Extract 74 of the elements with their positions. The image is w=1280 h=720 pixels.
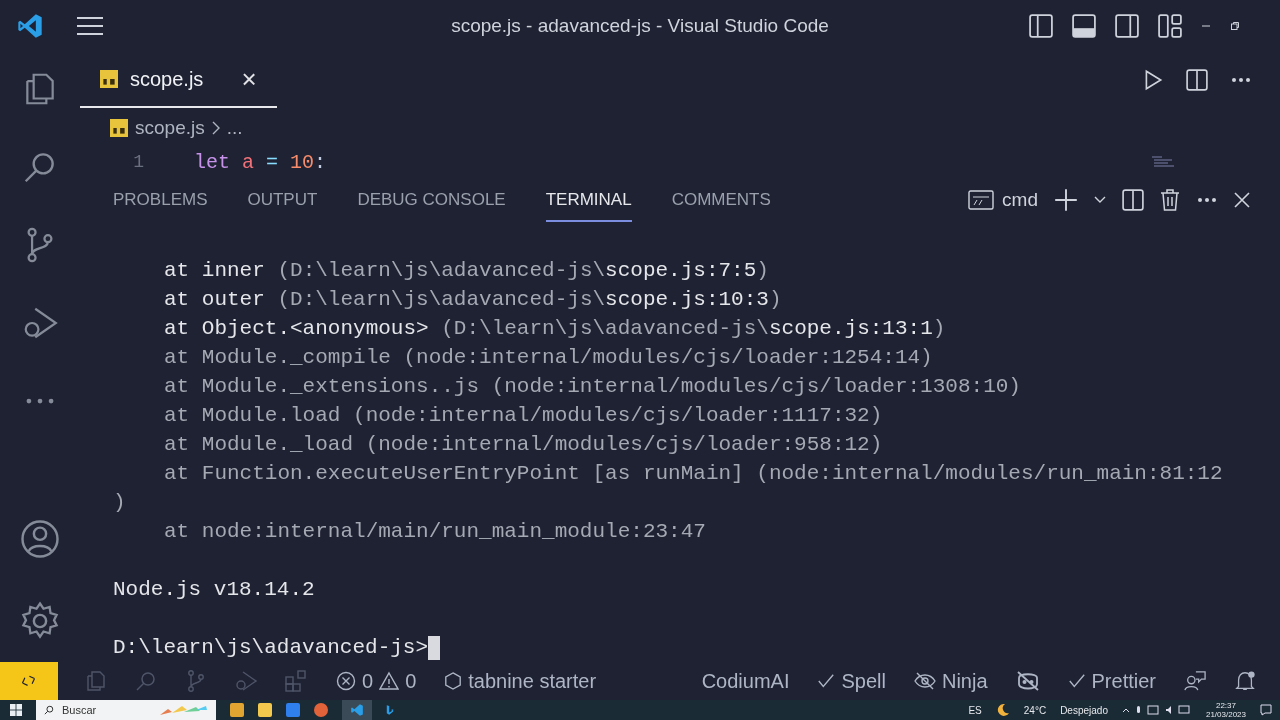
terminal-line: at node:internal/main/run_main_module:23:47 bbox=[164, 520, 706, 543]
terminal-prompt: D:\learn\js\adavanced-js> bbox=[113, 636, 429, 659]
windows-start-icon[interactable] bbox=[10, 704, 22, 716]
warning-icon bbox=[379, 671, 400, 691]
line-number: 1 bbox=[132, 152, 144, 172]
more-actions-icon[interactable] bbox=[1196, 197, 1218, 203]
terminal-line: at outer (D:\learn\js\adavanced-js\scope.js:10:3) bbox=[164, 288, 782, 311]
vscode-taskbar-icon[interactable] bbox=[342, 700, 372, 720]
tray-icons-drawing[interactable] bbox=[1121, 704, 1192, 716]
codium-status[interactable]: CodiumAI bbox=[701, 669, 790, 693]
breadcrumb-item[interactable]: scope.js bbox=[135, 117, 205, 139]
menu-icon[interactable] bbox=[76, 16, 104, 36]
close-icon[interactable] bbox=[1234, 192, 1250, 208]
terminal-line: at Module.load (node:internal/modules/cjs/loader:1117:32) bbox=[164, 404, 883, 427]
terminal-line: at Function.executeUserEntryPoint [as runMain] (node:internal/modules/run_main:81:12 bbox=[164, 462, 1223, 485]
chevron-right-icon bbox=[211, 121, 220, 135]
terminal-line: ) bbox=[113, 491, 126, 514]
sidebar-toggle-icon[interactable] bbox=[1029, 14, 1053, 38]
taskbar-search-field[interactable]: Buscar bbox=[36, 700, 216, 720]
bell-icon[interactable] bbox=[1234, 670, 1256, 692]
check-icon bbox=[817, 672, 836, 690]
plus-icon[interactable] bbox=[1054, 188, 1078, 212]
terminal-profile[interactable]: cmd bbox=[1002, 189, 1038, 211]
notification-icon[interactable] bbox=[1260, 704, 1272, 716]
terminal-icon bbox=[968, 190, 995, 210]
javascript-file-icon bbox=[110, 119, 128, 137]
account-icon[interactable] bbox=[19, 518, 61, 560]
terminal-line: at Module._extensions..js (node:internal/modules/cjs/loader:1308:10) bbox=[164, 375, 1021, 398]
feedback-icon[interactable] bbox=[1184, 670, 1206, 692]
panel-tab[interactable]: TERMINAL bbox=[545, 178, 632, 222]
ninja-status[interactable]: Ninja bbox=[913, 669, 988, 693]
code-line: let a = 10: bbox=[194, 150, 327, 174]
panel-tab[interactable]: OUTPUT bbox=[247, 178, 318, 222]
terminal-line: at Module._load (node:internal/modules/cjs/loader:958:12) bbox=[164, 433, 883, 456]
search-icon bbox=[44, 705, 54, 715]
chevron-down-icon[interactable] bbox=[1094, 196, 1106, 204]
panel-toggle-icon[interactable] bbox=[1072, 14, 1096, 38]
terminal-cursor bbox=[428, 635, 441, 660]
editor-tab[interactable]: scope.js × bbox=[80, 52, 277, 108]
terminal-line: at inner (D:\learn\js\adavanced-js\scope.js:7:5) bbox=[164, 259, 769, 282]
breadcrumb-item[interactable]: ... bbox=[226, 117, 243, 139]
problems-status[interactable]: 0 0 bbox=[336, 669, 417, 693]
split-terminal-icon[interactable] bbox=[1122, 189, 1144, 211]
vscode-logo-icon bbox=[16, 12, 44, 40]
panel-tab[interactable]: DEBUG CONSOLE bbox=[357, 178, 506, 222]
javascript-file-icon bbox=[100, 70, 118, 88]
secondary-sidebar-icon[interactable] bbox=[1115, 14, 1139, 38]
language-indicator[interactable]: ES bbox=[968, 704, 982, 716]
panel-tab[interactable]: COMMENTS bbox=[671, 178, 771, 222]
clock-time[interactable]: 22:37 bbox=[1215, 701, 1236, 710]
check-icon bbox=[1067, 672, 1086, 690]
window-title: scope.js - adavanced-js - Visual Studio Code bbox=[451, 15, 829, 37]
trash-icon[interactable] bbox=[1160, 189, 1180, 211]
terminal-line: at Object.<anonymous> (D:\learn\js\adavanced-js\scope.js:13:1) bbox=[164, 317, 946, 340]
copilot-icon[interactable] bbox=[1015, 670, 1040, 692]
clock-date[interactable]: 21/03/2023 bbox=[1205, 710, 1246, 719]
prettier-status[interactable]: Prettier bbox=[1067, 669, 1156, 693]
moon-icon bbox=[995, 703, 1010, 717]
eye-slash-icon bbox=[913, 671, 936, 691]
more-actions-icon[interactable] bbox=[1230, 77, 1252, 83]
restore-icon[interactable] bbox=[1230, 21, 1240, 31]
panel-tab[interactable]: PROBLEMS bbox=[113, 178, 208, 222]
terminal-line: Node.js v18.14.2 bbox=[113, 578, 315, 601]
bing-icon[interactable] bbox=[386, 704, 394, 716]
layout-icon[interactable] bbox=[1158, 14, 1182, 38]
weather-condition[interactable]: Despejado bbox=[1060, 704, 1108, 716]
tabnine-status[interactable]: tabnine starter bbox=[444, 669, 597, 693]
close-tab-button[interactable]: × bbox=[241, 63, 257, 95]
spell-status[interactable]: Spell bbox=[817, 669, 886, 693]
hexagon-icon bbox=[444, 672, 463, 690]
terminal-line: at Module._compile (node:internal/modules/cjs/loader:1254:14) bbox=[164, 346, 933, 369]
weather-temperature[interactable]: 24°C bbox=[1023, 704, 1047, 716]
error-icon bbox=[336, 671, 356, 691]
split-editor-icon[interactable] bbox=[1186, 69, 1208, 91]
